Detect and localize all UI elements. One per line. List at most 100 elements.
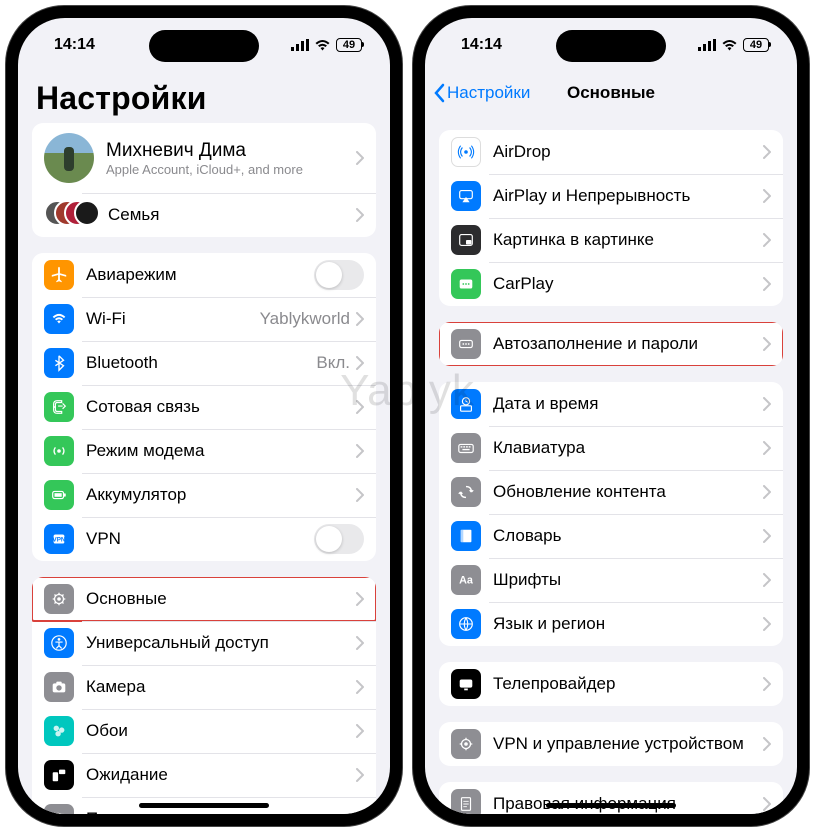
row-wifi[interactable]: Wi-FiYablykworld [32,297,376,341]
phone-right: 14:14 49 Настройки Основные AirDropAirPl… [413,6,809,826]
row-refresh[interactable]: Обновление контента [439,470,783,514]
avatar [44,133,94,183]
row-datetime[interactable]: Дата и время [439,382,783,426]
row-bluetooth[interactable]: BluetoothВкл. [32,341,376,385]
row-label: Обновление контента [493,482,763,502]
row-label: Аккумулятор [86,485,356,505]
toggle[interactable] [314,260,364,290]
row-dictionary[interactable]: Словарь [439,514,783,558]
wallpaper-icon [44,716,74,746]
chevron-icon [763,189,771,203]
chevron-icon [763,617,771,631]
row-vpn[interactable]: VPNVPN [32,517,376,561]
row-label: Wi-Fi [86,309,260,329]
row-wallpaper[interactable]: Обои [32,709,376,753]
row-fonts[interactable]: Aa Шрифты [439,558,783,602]
keyboard-icon [451,433,481,463]
row-autofill[interactable]: Автозаполнение и пароли [439,322,783,366]
row-label: Язык и регион [493,614,763,634]
svg-text:VPN: VPN [53,537,66,544]
row-general[interactable]: Основные [32,577,376,621]
row-pip[interactable]: Картинка в картинке [439,218,783,262]
row-airplay[interactable]: AirPlay и Непрерывность [439,174,783,218]
row-label: VPN и управление устройством [493,734,763,754]
chevron-icon [356,812,364,814]
row-tvprovider[interactable]: Телепровайдер [439,662,783,706]
page-title: Настройки [36,80,372,117]
chevron-icon [763,145,771,159]
row-label: Авиарежим [86,265,314,285]
chevron-left-icon [433,83,445,103]
row-label: Bluetooth [86,353,316,373]
row-label: Шрифты [493,570,763,590]
status-time: 14:14 [54,36,95,54]
row-keyboard[interactable]: Клавиатура [439,426,783,470]
row-cellular[interactable]: Сотовая связь [32,385,376,429]
row-carplay[interactable]: CarPlay [439,262,783,306]
row-label: CarPlay [493,274,763,294]
airdrop-icon [451,137,481,167]
row-language[interactable]: Язык и регион [439,602,783,646]
group-r2: Автозаполнение и пароли [439,322,783,366]
row-standby[interactable]: Ожидание [32,753,376,797]
wifi-status-icon [314,39,331,51]
chevron-icon [356,356,364,370]
refresh-icon [451,477,481,507]
chevron-icon [356,444,364,458]
row-label: Ожидание [86,765,356,785]
legal-icon [451,789,481,814]
row-label: Картинка в картинке [493,230,763,250]
row-label: Автозаполнение и пароли [493,334,763,354]
chevron-icon [763,277,771,291]
row-camera[interactable]: Камера [32,665,376,709]
hotspot-icon [44,436,74,466]
battery-icon: 49 [743,38,769,52]
chevron-icon [356,312,364,326]
standby-icon [44,760,74,790]
status-time: 14:14 [461,36,502,54]
family-label: Семья [108,205,356,225]
row-airdrop[interactable]: AirDrop [439,130,783,174]
group-general: Основные Универсальный доступ Камера Обои Ож… [32,577,376,814]
home-indicator [546,803,676,808]
family-row[interactable]: Семья [32,193,376,237]
airplane-icon [44,260,74,290]
profile-row[interactable]: Михневич Дима Apple Account, iCloud+, an… [32,123,376,193]
toggle[interactable] [314,524,364,554]
dynamic-island [149,30,259,62]
home-indicator [139,803,269,808]
chevron-icon [356,680,364,694]
row-label: Обои [86,721,356,741]
search-icon [44,804,74,814]
battery-icon: 49 [336,38,362,52]
language-icon [451,609,481,639]
airplay-icon [451,181,481,211]
chevron-icon [763,337,771,351]
datetime-icon [451,389,481,419]
chevron-icon [763,233,771,247]
back-button[interactable]: Настройки [433,83,530,103]
chevron-icon [763,573,771,587]
row-hotspot[interactable]: Режим модема [32,429,376,473]
group-r1: AirDropAirPlay и Непрерывность Картинка в… [439,130,783,306]
chevron-icon [356,151,364,165]
row-battery[interactable]: Аккумулятор [32,473,376,517]
row-accessibility[interactable]: Универсальный доступ [32,621,376,665]
svg-text:Aa: Aa [459,575,474,587]
group-r6: Правовая информация [439,782,783,814]
row-vpnmgmt[interactable]: VPN и управление устройством [439,722,783,766]
chevron-icon [356,636,364,650]
profile-name: Михневич Дима [106,140,356,162]
dynamic-island [556,30,666,62]
row-legal[interactable]: Правовая информация [439,782,783,814]
row-value: Yablykworld [260,309,350,329]
row-airplane[interactable]: Авиарежим [32,253,376,297]
chevron-icon [763,485,771,499]
chevron-icon [356,592,364,606]
vpn-icon: VPN [44,524,74,554]
chevron-icon [356,208,364,222]
chevron-icon [763,441,771,455]
chevron-icon [356,724,364,738]
row-label: Универсальный доступ [86,633,356,653]
battery-icon [44,480,74,510]
